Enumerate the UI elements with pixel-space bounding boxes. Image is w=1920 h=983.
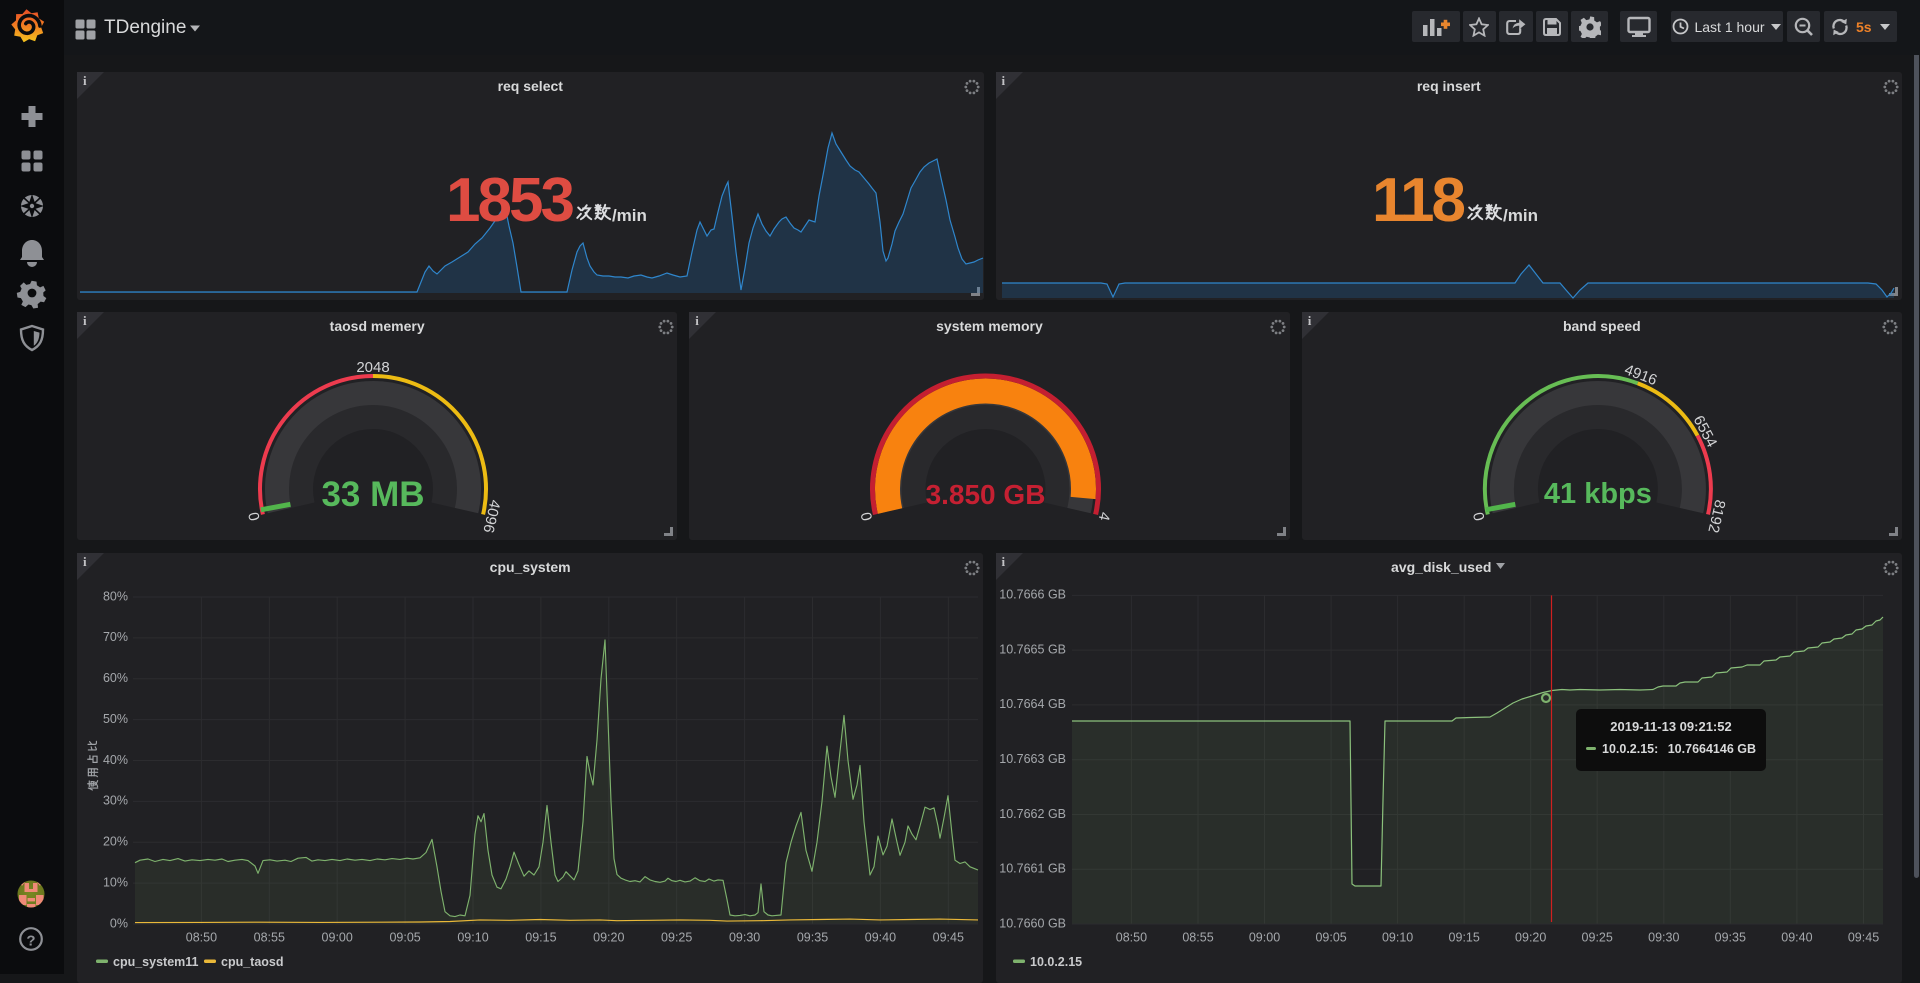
svg-text:?: ? bbox=[26, 933, 35, 950]
